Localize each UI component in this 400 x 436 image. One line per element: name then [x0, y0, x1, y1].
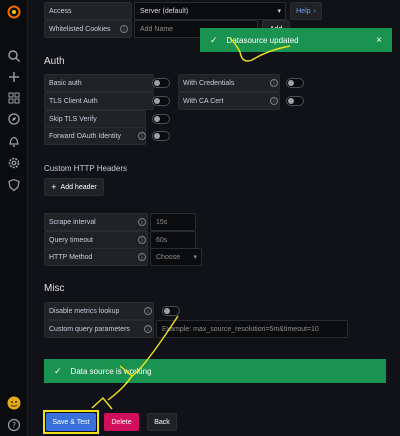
custom-query-input[interactable]: Example: max_source_resolution=5m&timeou… [156, 320, 348, 338]
auth-section-title: Auth [44, 56, 65, 67]
with-credentials-label: With Credentials [178, 74, 280, 92]
plus-icon: + [51, 182, 57, 192]
custom-query-label: Custom query parameters [44, 320, 154, 338]
datasource-settings: Access Server (default) ▾ Help › Whitelis… [28, 0, 400, 436]
shield-icon[interactable] [7, 178, 21, 192]
disable-metrics-toggle[interactable] [162, 306, 180, 316]
access-select[interactable]: Server (default) ▾ [134, 2, 286, 20]
info-icon: i [120, 25, 128, 33]
http-method-select[interactable]: Choose ▾ [150, 248, 202, 266]
plus-icon[interactable] [7, 70, 21, 84]
whitelisted-cookies-label: Whitelisted Cookies [44, 20, 132, 38]
skip-tls-verify-toggle[interactable] [152, 114, 170, 124]
alert-bell-icon[interactable] [7, 134, 21, 148]
dashboards-icon[interactable] [7, 91, 21, 105]
with-credentials-toggle[interactable] [286, 78, 304, 88]
tls-client-auth-label: TLS Client Auth [44, 92, 154, 110]
forward-oauth-label: Forward OAuth Identity [44, 127, 146, 145]
tls-client-auth-toggle[interactable] [152, 96, 170, 106]
gear-icon[interactable] [7, 156, 21, 170]
add-header-button[interactable]: + Add header [44, 178, 104, 196]
svg-text:?: ? [12, 421, 16, 430]
check-icon: ✓ [54, 365, 62, 376]
search-icon[interactable] [7, 49, 21, 63]
data-source-working-alert: ✓ Data source is working [44, 359, 386, 383]
help-icon[interactable]: ? [7, 418, 21, 432]
chevron-down-icon: ▾ [277, 8, 281, 15]
misc-section-title: Misc [44, 283, 65, 294]
scrape-interval-input[interactable]: 15s [150, 213, 196, 231]
info-icon: i [138, 236, 146, 244]
save-test-button[interactable]: Save & Test [46, 413, 96, 431]
info-icon: i [144, 325, 152, 333]
info-icon: i [138, 132, 146, 140]
user-avatar-icon[interactable] [7, 396, 21, 410]
help-button[interactable]: Help › [290, 2, 322, 20]
access-label: Access [44, 2, 132, 20]
forward-oauth-toggle[interactable] [152, 131, 170, 141]
check-icon: ✓ [210, 34, 218, 45]
grafana-logo-icon[interactable] [7, 5, 21, 19]
delete-button[interactable]: Delete [104, 413, 139, 431]
scrape-interval-label: Scrape interval [44, 213, 148, 231]
back-button[interactable]: Back [147, 413, 177, 431]
query-timeout-input[interactable]: 60s [150, 231, 196, 249]
datasource-updated-toast: ✓ Datasource updated × [200, 28, 392, 52]
disable-metrics-label: Disable metrics lookup [44, 302, 154, 320]
skip-tls-verify-label: Skip TLS Verify [44, 110, 146, 128]
info-icon: i [270, 97, 278, 105]
info-icon: i [138, 218, 146, 226]
info-icon: i [270, 79, 278, 87]
with-ca-cert-toggle[interactable] [286, 96, 304, 106]
chevron-right-icon: › [313, 7, 316, 15]
query-timeout-label: Query timeout [44, 231, 148, 249]
http-method-label: HTTP Method [44, 248, 148, 266]
chevron-down-icon: ▾ [193, 254, 197, 261]
custom-headers-title: Custom HTTP Headers [44, 164, 127, 173]
close-icon[interactable]: × [376, 35, 382, 46]
sidebar: ? [0, 0, 28, 436]
info-icon: i [144, 307, 152, 315]
info-icon: i [138, 253, 146, 261]
with-ca-cert-label: With CA Cert [178, 92, 280, 110]
explore-compass-icon[interactable] [7, 112, 21, 126]
basic-auth-label: Basic auth [44, 74, 154, 92]
basic-auth-toggle[interactable] [152, 78, 170, 88]
